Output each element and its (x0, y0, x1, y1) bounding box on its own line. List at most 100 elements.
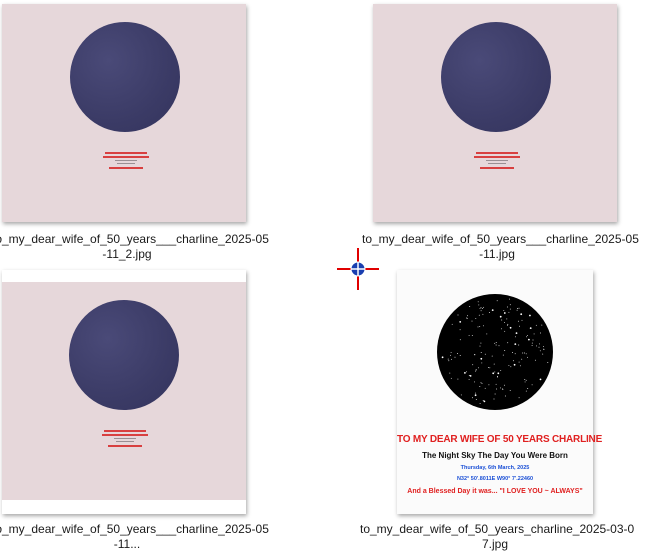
star-dot (496, 375, 498, 377)
star-dot (510, 366, 512, 368)
star-dot (506, 318, 508, 320)
star-dot (498, 345, 500, 347)
star-dot (459, 321, 462, 323)
star-dot (504, 350, 506, 351)
star-dot (472, 364, 474, 366)
star-dot (521, 319, 523, 321)
star-dot (482, 313, 484, 315)
star-dot (501, 319, 503, 321)
star-dot (524, 381, 526, 383)
star-dot (518, 397, 520, 399)
poster-title-line (476, 152, 518, 154)
star-dot (475, 370, 477, 372)
star-dot (491, 309, 494, 311)
star-dot (491, 355, 493, 357)
star-dot (459, 329, 461, 331)
star-dot (520, 313, 523, 316)
star-dot (457, 314, 459, 316)
file-name-caption[interactable]: to_my_dear_wife_of_50_years___charline_2… (0, 522, 269, 552)
file-thumbnail[interactable] (2, 270, 246, 514)
star-dot (517, 308, 519, 309)
file-thumbnail[interactable] (2, 4, 246, 222)
star-dot (518, 307, 520, 309)
file-name-line-2: 7.jpg (481, 537, 509, 551)
file-thumbnail[interactable]: TO MY DEAR WIFE OF 50 YEARS CHARLINE The… (397, 270, 602, 514)
file-name-caption[interactable]: to_my_dear_wife_of_50_years___charline_2… (362, 232, 639, 262)
star-dot (495, 344, 497, 346)
star-dot (503, 312, 506, 314)
star-dot (538, 343, 540, 345)
star-dot (500, 387, 502, 389)
star-dot (450, 354, 452, 356)
star-dot (494, 342, 496, 344)
star-dot (487, 367, 489, 369)
star-dot (494, 393, 496, 395)
thumbnail-image-area (2, 282, 246, 500)
star-dot (519, 365, 521, 367)
star-dot (523, 352, 525, 354)
star-dot (480, 382, 482, 384)
star-dot (513, 363, 516, 366)
star-dot (529, 327, 532, 329)
star-dot (468, 375, 470, 376)
star-dot (474, 394, 477, 397)
file-name-line-1: to_my_dear_wife_of_50_years_charline_202… (360, 522, 635, 536)
poster-closing-line (480, 167, 514, 169)
star-dot (481, 362, 483, 364)
star-dot (482, 400, 484, 401)
star-dot (480, 310, 482, 312)
star-dot (509, 390, 511, 392)
star-dot (504, 395, 506, 397)
star-dot (477, 326, 479, 328)
star-dot (450, 358, 452, 360)
star-dot (543, 348, 545, 350)
star-dot (506, 306, 508, 308)
star-dot (508, 311, 510, 313)
file-name-caption[interactable]: to_my_dear_wife_of_50_years___charline_2… (0, 232, 269, 262)
star-dot (532, 339, 534, 341)
star-dot (460, 394, 462, 396)
star-dot (471, 335, 473, 337)
star-dot (467, 315, 468, 317)
star-dot (471, 397, 473, 399)
star-dot (506, 324, 508, 326)
star-dot (493, 363, 495, 365)
star-dot (514, 353, 516, 355)
star-dot (528, 338, 530, 341)
star-dot (459, 355, 461, 356)
star-dot (469, 306, 471, 307)
file-name-caption[interactable]: to_my_dear_wife_of_50_years_charline_202… (360, 522, 635, 552)
poster-closing: And a Blessed Day it was... "I LOVE YOU … (407, 488, 583, 495)
star-dot (441, 356, 444, 359)
star-dot (529, 314, 531, 317)
star-dot (527, 388, 529, 389)
star-dot (474, 392, 476, 394)
poster-closing-line (109, 167, 143, 169)
star-dot (496, 388, 498, 390)
file-thumbnail[interactable] (373, 4, 617, 222)
poster-detail-line (488, 163, 506, 164)
poster-subtitle: The Night Sky The Day You Were Born (422, 451, 568, 460)
star-dot (525, 379, 527, 381)
file-name-line-2: -11.jpg (479, 247, 515, 261)
star-dot (531, 345, 533, 347)
star-dot (459, 339, 461, 341)
file-name-line-1: to_my_dear_wife_of_50_years___charline_2… (0, 232, 269, 246)
star-dot (509, 304, 511, 306)
star-dot (497, 372, 500, 375)
poster-title-line (104, 430, 146, 432)
star-dot (492, 372, 495, 375)
star-map-circle (69, 300, 179, 410)
star-dot (514, 343, 517, 345)
star-dot (478, 367, 480, 369)
star-dot (495, 383, 497, 385)
star-dot (464, 372, 466, 374)
star-dot (503, 309, 505, 311)
star-dot (489, 367, 491, 369)
star-dot (457, 353, 459, 354)
star-dot (525, 390, 527, 392)
star-dot (518, 361, 520, 363)
star-dot (483, 400, 486, 403)
poster-title-line (105, 152, 147, 154)
star-dot (479, 326, 481, 328)
